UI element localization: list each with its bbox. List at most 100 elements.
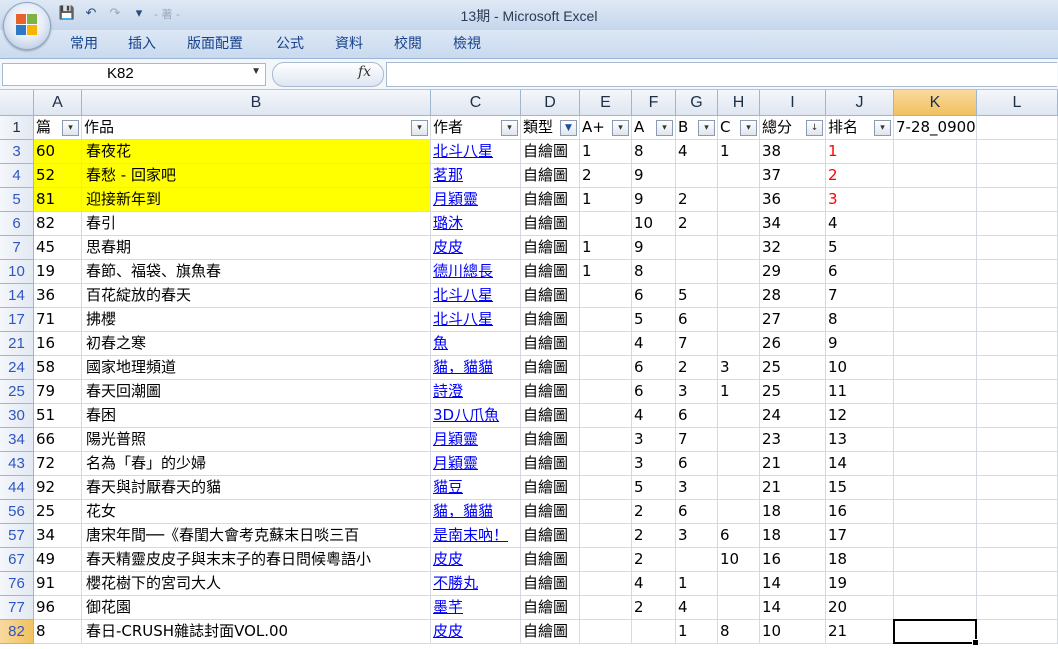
cell-a-56[interactable]: 25 bbox=[34, 500, 82, 524]
row-header[interactable]: 44 bbox=[0, 476, 34, 500]
cell-e-82[interactable] bbox=[580, 620, 632, 644]
cell-f-24[interactable]: 6 bbox=[632, 356, 676, 380]
cell-j-57[interactable]: 17 bbox=[826, 524, 894, 548]
cell-l-24[interactable] bbox=[977, 356, 1058, 380]
cell-h-77[interactable] bbox=[718, 596, 760, 620]
cell-e-4[interactable]: 2 bbox=[580, 164, 632, 188]
cell-f-21[interactable]: 4 bbox=[632, 332, 676, 356]
cell-f-3[interactable]: 8 bbox=[632, 140, 676, 164]
column-header-g[interactable]: G bbox=[676, 90, 718, 116]
cell-g-7[interactable] bbox=[676, 236, 718, 260]
cell-e-56[interactable] bbox=[580, 500, 632, 524]
cell-g-6[interactable]: 2 bbox=[676, 212, 718, 236]
cell-l-57[interactable] bbox=[977, 524, 1058, 548]
row-header[interactable]: 24 bbox=[0, 356, 34, 380]
cell-a-4[interactable]: 52 bbox=[34, 164, 82, 188]
cell-h-3[interactable]: 1 bbox=[718, 140, 760, 164]
cell-b-3[interactable]: 春夜花 bbox=[82, 140, 431, 164]
cell-e-57[interactable] bbox=[580, 524, 632, 548]
cell-g-43[interactable]: 6 bbox=[676, 452, 718, 476]
cell-g-3[interactable]: 4 bbox=[676, 140, 718, 164]
cell-e-44[interactable] bbox=[580, 476, 632, 500]
cell-g-21[interactable]: 7 bbox=[676, 332, 718, 356]
cell-i-34[interactable]: 23 bbox=[760, 428, 826, 452]
cell-i-67[interactable]: 16 bbox=[760, 548, 826, 572]
cell-a-30[interactable]: 51 bbox=[34, 404, 82, 428]
cell-j-24[interactable]: 10 bbox=[826, 356, 894, 380]
cell-i-43[interactable]: 21 bbox=[760, 452, 826, 476]
cell-k-57[interactable] bbox=[894, 524, 977, 548]
cell-b-10[interactable]: 春節、福袋、旗魚春 bbox=[82, 260, 431, 284]
cell-k-4[interactable] bbox=[894, 164, 977, 188]
cell-j-3[interactable]: 1 bbox=[826, 140, 894, 164]
cell-e-5[interactable]: 1 bbox=[580, 188, 632, 212]
cell-l-44[interactable] bbox=[977, 476, 1058, 500]
cell-c-44[interactable]: 貓豆 bbox=[431, 476, 521, 500]
cell-b-7[interactable]: 思春期 bbox=[82, 236, 431, 260]
cell-h-56[interactable] bbox=[718, 500, 760, 524]
cell-d-21[interactable]: 自繪圖 bbox=[521, 332, 580, 356]
cell-l-4[interactable] bbox=[977, 164, 1058, 188]
cell-j-25[interactable]: 11 bbox=[826, 380, 894, 404]
cell-h-21[interactable] bbox=[718, 332, 760, 356]
row-header[interactable]: 76 bbox=[0, 572, 34, 596]
cell-l-7[interactable] bbox=[977, 236, 1058, 260]
cell-d-10[interactable]: 自繪圖 bbox=[521, 260, 580, 284]
cell-f-34[interactable]: 3 bbox=[632, 428, 676, 452]
cell-i-3[interactable]: 38 bbox=[760, 140, 826, 164]
cell-a-34[interactable]: 66 bbox=[34, 428, 82, 452]
cell-c-77[interactable]: 墨芊 bbox=[431, 596, 521, 620]
header-cell-k[interactable]: 7-28_0900 bbox=[894, 116, 977, 140]
cell-d-76[interactable]: 自繪圖 bbox=[521, 572, 580, 596]
row-header[interactable]: 67 bbox=[0, 548, 34, 572]
header-cell-b[interactable]: 作品 bbox=[82, 116, 431, 140]
sort-filter-icon[interactable]: ↓ bbox=[806, 120, 823, 136]
cell-l-82[interactable] bbox=[977, 620, 1058, 644]
cell-a-25[interactable]: 79 bbox=[34, 380, 82, 404]
cell-c-24[interactable]: 貓，貓貓 bbox=[431, 356, 521, 380]
cell-c-57[interactable]: 是南末吶！ bbox=[431, 524, 521, 548]
column-header-l[interactable]: L bbox=[977, 90, 1058, 116]
cell-h-57[interactable]: 6 bbox=[718, 524, 760, 548]
cell-d-34[interactable]: 自繪圖 bbox=[521, 428, 580, 452]
cell-h-30[interactable] bbox=[718, 404, 760, 428]
cell-f-17[interactable]: 5 bbox=[632, 308, 676, 332]
cell-b-14[interactable]: 百花綻放的春天 bbox=[82, 284, 431, 308]
cell-e-25[interactable] bbox=[580, 380, 632, 404]
cell-b-34[interactable]: 陽光普照 bbox=[82, 428, 431, 452]
cell-b-56[interactable]: 花女 bbox=[82, 500, 431, 524]
cell-g-24[interactable]: 2 bbox=[676, 356, 718, 380]
cell-f-56[interactable]: 2 bbox=[632, 500, 676, 524]
cell-k-6[interactable] bbox=[894, 212, 977, 236]
row-header[interactable]: 3 bbox=[0, 140, 34, 164]
cell-a-21[interactable]: 16 bbox=[34, 332, 82, 356]
cell-d-7[interactable]: 自繪圖 bbox=[521, 236, 580, 260]
tab-view[interactable]: 檢視 bbox=[453, 34, 481, 54]
cell-a-82[interactable]: 8 bbox=[34, 620, 82, 644]
cell-g-82[interactable]: 1 bbox=[676, 620, 718, 644]
cell-i-4[interactable]: 37 bbox=[760, 164, 826, 188]
tab-data[interactable]: 資料 bbox=[335, 34, 363, 54]
cell-h-6[interactable] bbox=[718, 212, 760, 236]
cell-l-76[interactable] bbox=[977, 572, 1058, 596]
cell-e-17[interactable] bbox=[580, 308, 632, 332]
insert-function-icon[interactable]: fx bbox=[358, 64, 371, 80]
cell-g-57[interactable]: 3 bbox=[676, 524, 718, 548]
cell-b-21[interactable]: 初春之寒 bbox=[82, 332, 431, 356]
tab-formulas[interactable]: 公式 bbox=[276, 34, 304, 54]
cell-j-67[interactable]: 18 bbox=[826, 548, 894, 572]
cell-k-43[interactable] bbox=[894, 452, 977, 476]
cell-b-77[interactable]: 御花園 bbox=[82, 596, 431, 620]
column-header-b[interactable]: B bbox=[82, 90, 431, 116]
cell-e-7[interactable]: 1 bbox=[580, 236, 632, 260]
cell-a-44[interactable]: 92 bbox=[34, 476, 82, 500]
cell-h-82[interactable]: 8 bbox=[718, 620, 760, 644]
cell-l-77[interactable] bbox=[977, 596, 1058, 620]
cell-g-30[interactable]: 6 bbox=[676, 404, 718, 428]
cell-b-67[interactable]: 春天精靈皮皮子與末末子的春日問候粵語小 bbox=[82, 548, 431, 572]
cell-b-82[interactable]: 春日-CRUSH雜誌封面VOL.00 bbox=[82, 620, 431, 644]
cell-d-56[interactable]: 自繪圖 bbox=[521, 500, 580, 524]
column-header-i[interactable]: I bbox=[760, 90, 826, 116]
cell-l-17[interactable] bbox=[977, 308, 1058, 332]
cell-h-34[interactable] bbox=[718, 428, 760, 452]
